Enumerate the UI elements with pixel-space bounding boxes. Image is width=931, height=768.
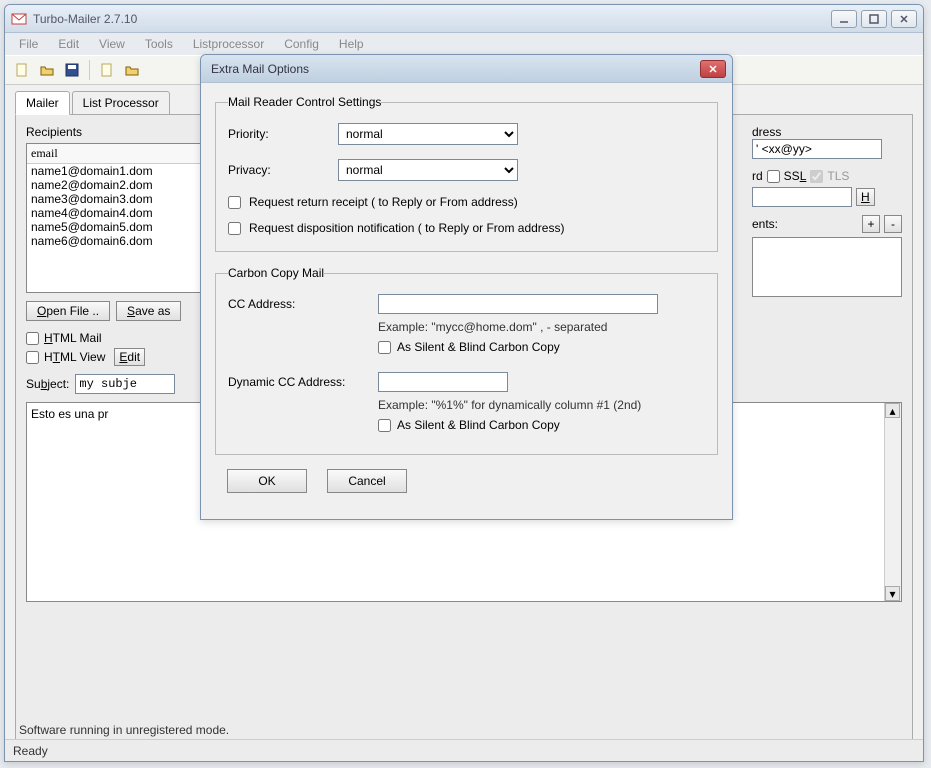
menu-config[interactable]: Config bbox=[276, 35, 327, 53]
open-icon[interactable] bbox=[36, 59, 58, 81]
address-hint-input[interactable] bbox=[752, 139, 882, 159]
ssl-checkbox[interactable] bbox=[767, 170, 780, 183]
right-panel: dress rd SSL TLS H ents: + - bbox=[752, 125, 902, 297]
list-item[interactable]: name2@domain2.dom bbox=[27, 178, 213, 192]
return-receipt-checkbox[interactable] bbox=[228, 196, 241, 209]
rd-input[interactable] bbox=[752, 187, 852, 207]
dialog-title: Extra Mail Options bbox=[207, 62, 700, 76]
save-icon[interactable] bbox=[61, 59, 83, 81]
html-view-checkbox[interactable] bbox=[26, 351, 39, 364]
dynamic-cc-label: Dynamic CC Address: bbox=[228, 375, 378, 389]
cc-blind-checkbox[interactable] bbox=[378, 341, 391, 354]
app-icon bbox=[11, 11, 27, 27]
cancel-button[interactable]: Cancel bbox=[327, 469, 407, 493]
ok-button[interactable]: OK bbox=[227, 469, 307, 493]
edit-button[interactable]: Edit bbox=[114, 348, 145, 366]
dynamic-cc-input[interactable] bbox=[378, 372, 508, 392]
open-file-button[interactable]: Open File .. bbox=[26, 301, 110, 321]
recipients-group: Recipients [ email name1@domain1.dom nam… bbox=[26, 125, 214, 321]
reader-settings-legend: Mail Reader Control Settings bbox=[228, 95, 381, 109]
html-mail-checkbox[interactable] bbox=[26, 332, 39, 345]
new-icon[interactable] bbox=[11, 59, 33, 81]
cc-example-text: Example: "mycc@home.dom" , - separated bbox=[378, 320, 705, 334]
attachments-box[interactable] bbox=[752, 237, 902, 297]
tab-mailer[interactable]: Mailer bbox=[15, 91, 70, 115]
reader-settings-group: Mail Reader Control Settings Priority: n… bbox=[215, 95, 718, 252]
menu-tools[interactable]: Tools bbox=[137, 35, 181, 53]
cc-blind-label: As Silent & Blind Carbon Copy bbox=[397, 340, 560, 354]
doc-icon[interactable] bbox=[96, 59, 118, 81]
statusbar: Ready bbox=[5, 739, 923, 761]
rd-label: rd bbox=[752, 169, 763, 183]
menu-listprocessor[interactable]: Listprocessor bbox=[185, 35, 272, 53]
dynamic-cc-blind-checkbox[interactable] bbox=[378, 419, 391, 432]
app-title: Turbo-Mailer 2.7.10 bbox=[33, 12, 831, 26]
list-item[interactable]: name5@domain5.dom bbox=[27, 220, 213, 234]
menu-edit[interactable]: Edit bbox=[50, 35, 87, 53]
dialog-buttons: OK Cancel bbox=[215, 469, 718, 507]
dialog-titlebar: Extra Mail Options bbox=[201, 55, 732, 83]
carbon-copy-group: Carbon Copy Mail CC Address: Example: "m… bbox=[215, 266, 718, 455]
window-controls bbox=[831, 10, 917, 28]
extra-mail-options-dialog: Extra Mail Options Mail Reader Control S… bbox=[200, 54, 733, 520]
recipients-header: email bbox=[27, 144, 213, 164]
status-text: Ready bbox=[13, 744, 48, 758]
disposition-label: Request disposition notification ( to Re… bbox=[249, 221, 564, 235]
body-text: Esto es una pr bbox=[31, 407, 108, 421]
cc-address-label: CC Address: bbox=[228, 297, 378, 311]
menu-file[interactable]: File bbox=[11, 35, 46, 53]
menu-view[interactable]: View bbox=[91, 35, 133, 53]
subject-input[interactable] bbox=[75, 374, 175, 394]
ents-label: ents: bbox=[752, 217, 778, 231]
folder-icon[interactable] bbox=[121, 59, 143, 81]
dynamic-cc-blind-label: As Silent & Blind Carbon Copy bbox=[397, 418, 560, 432]
dynamic-cc-example: Example: "%1%" for dynamically column #1… bbox=[378, 398, 705, 412]
recipients-legend: Recipients bbox=[26, 125, 82, 139]
ssl-label: SSL bbox=[784, 169, 807, 183]
privacy-select[interactable]: normal bbox=[338, 159, 518, 181]
registration-text: Software running in unregistered mode. bbox=[19, 723, 229, 737]
recipients-list[interactable]: email name1@domain1.dom name2@domain2.do… bbox=[26, 143, 214, 293]
tls-label: TLS bbox=[827, 169, 849, 183]
toolbar-separator bbox=[89, 60, 90, 80]
close-button[interactable] bbox=[891, 10, 917, 28]
carbon-copy-legend: Carbon Copy Mail bbox=[228, 266, 324, 280]
scroll-down-icon[interactable]: ▾ bbox=[885, 586, 900, 601]
list-item[interactable]: name6@domain6.dom bbox=[27, 234, 213, 248]
list-item[interactable]: name1@domain1.dom bbox=[27, 164, 213, 178]
scroll-up-icon[interactable]: ▴ bbox=[885, 403, 900, 418]
priority-select[interactable]: normal bbox=[338, 123, 518, 145]
minus-button[interactable]: - bbox=[884, 215, 902, 233]
list-item[interactable]: name3@domain3.dom bbox=[27, 192, 213, 206]
dialog-close-button[interactable] bbox=[700, 60, 726, 78]
cc-address-input[interactable] bbox=[378, 294, 658, 314]
priority-label: Priority: bbox=[228, 127, 338, 141]
return-receipt-label: Request return receipt ( to Reply or Fro… bbox=[249, 195, 518, 209]
disposition-checkbox[interactable] bbox=[228, 222, 241, 235]
subject-label: Subject: bbox=[26, 377, 69, 391]
html-view-label: HTML View bbox=[44, 350, 105, 364]
menubar: File Edit View Tools Listprocessor Confi… bbox=[5, 33, 923, 55]
main-titlebar: Turbo-Mailer 2.7.10 bbox=[5, 5, 923, 33]
tls-checkbox[interactable] bbox=[810, 170, 823, 183]
tab-list-processor[interactable]: List Processor bbox=[72, 91, 170, 115]
save-as-button[interactable]: Save as bbox=[116, 301, 181, 321]
menu-help[interactable]: Help bbox=[331, 35, 372, 53]
maximize-button[interactable] bbox=[861, 10, 887, 28]
dress-label: dress bbox=[752, 125, 902, 139]
privacy-label: Privacy: bbox=[228, 163, 338, 177]
body-scrollbar[interactable]: ▴ ▾ bbox=[884, 403, 901, 601]
minimize-button[interactable] bbox=[831, 10, 857, 28]
h-button[interactable]: H bbox=[856, 188, 875, 206]
html-mail-label: HTML Mail bbox=[44, 331, 102, 345]
list-item[interactable]: name4@domain4.dom bbox=[27, 206, 213, 220]
dialog-body: Mail Reader Control Settings Priority: n… bbox=[201, 83, 732, 519]
plus-button[interactable]: + bbox=[862, 215, 880, 233]
